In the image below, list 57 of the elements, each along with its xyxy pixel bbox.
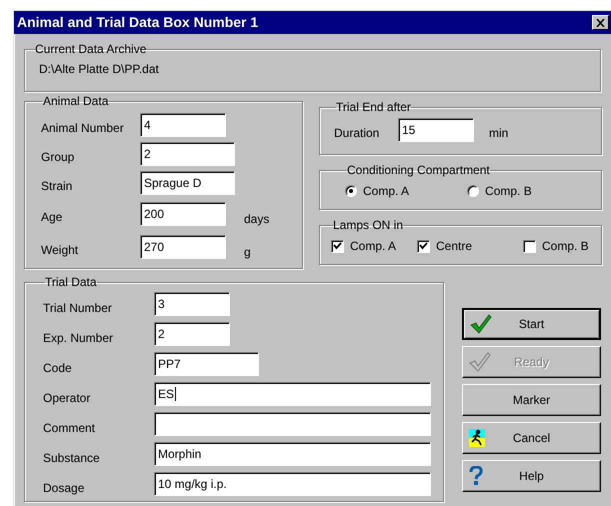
input-field[interactable]: 200 — [140, 202, 226, 226]
field-label: Comment — [43, 420, 96, 437]
field-label: Dosage — [43, 480, 86, 497]
marker-button[interactable]: Marker — [462, 384, 601, 416]
help-button[interactable]: Help — [462, 460, 601, 492]
group-title: Trial End after — [336, 100, 411, 114]
radio-button[interactable] — [345, 185, 357, 197]
field-label: Strain — [41, 178, 74, 195]
input-field[interactable] — [154, 412, 431, 436]
input-field[interactable]: 4 — [140, 113, 226, 137]
field-label: Operator — [43, 390, 92, 407]
checkbox[interactable] — [331, 240, 344, 252]
archive-path: D:\Alte Platte D\PP.dat — [39, 61, 160, 78]
field-label: Age — [41, 209, 64, 226]
start-button[interactable]: Start — [462, 308, 601, 340]
field-label: Trial Number — [43, 300, 113, 317]
input-field[interactable]: ES — [154, 382, 431, 406]
field-label: Code — [43, 360, 73, 377]
group-title: Conditioning Compartment — [347, 163, 490, 177]
checkbox[interactable] — [417, 240, 430, 252]
cancel-button[interactable]: Cancel — [462, 422, 601, 454]
input-field[interactable]: 3 — [154, 292, 230, 316]
check-icon — [469, 352, 491, 372]
field-label: Group — [41, 149, 76, 166]
checkbox-option[interactable]: Comp. A — [331, 237, 417, 255]
field-label: Exp. Number — [43, 330, 114, 347]
field-label: Animal Number — [41, 120, 125, 137]
unit-label: days — [244, 211, 270, 228]
input-field[interactable]: 10 mg/kg i.p. — [154, 472, 431, 496]
close-icon — [596, 18, 605, 26]
close-button[interactable] — [592, 15, 609, 30]
unit-label: min — [489, 124, 508, 142]
checkbox[interactable] — [523, 240, 536, 252]
group-title: Trial Data — [45, 275, 97, 289]
unit-label: g — [244, 244, 251, 261]
field-label: Weight — [41, 242, 80, 259]
radio-option[interactable]: Comp. A — [345, 182, 410, 200]
checkbox-option[interactable]: Comp. B — [523, 237, 589, 255]
window-title: Animal and Trial Data Box Number 1 — [17, 13, 258, 32]
radio-button[interactable] — [467, 185, 480, 197]
check-icon — [470, 314, 492, 334]
input-field[interactable]: 2 — [140, 142, 235, 166]
input-field[interactable]: Morphin — [154, 442, 431, 466]
checkbox-option[interactable]: Centre — [417, 237, 523, 255]
input-field[interactable]: 270 — [140, 235, 226, 259]
group-title: Animal Data — [43, 94, 108, 108]
field-label: Duration — [334, 124, 380, 142]
group-title: Current Data Archive — [35, 42, 146, 56]
input-field[interactable]: Sprague D — [140, 171, 235, 195]
input-field[interactable]: 2 — [154, 322, 230, 346]
input-field[interactable]: PP7 — [154, 352, 259, 376]
field-label: Substance — [43, 450, 101, 467]
running-person-icon — [469, 429, 485, 447]
radio-option[interactable]: Comp. B — [467, 182, 532, 200]
help-icon — [469, 466, 483, 486]
input-field[interactable]: 15 — [398, 118, 474, 142]
group-title: Lamps ON in — [333, 218, 404, 232]
